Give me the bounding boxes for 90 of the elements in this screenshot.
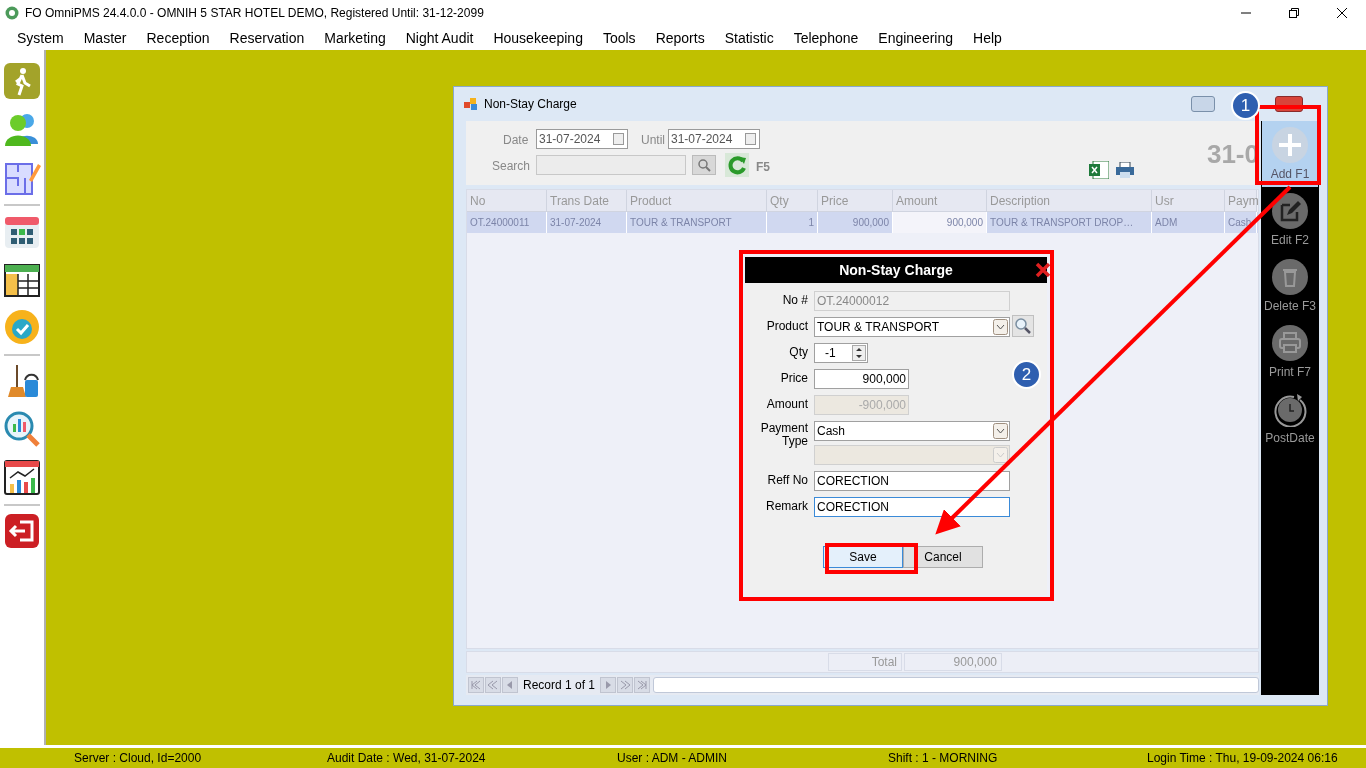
status-text: Login Time : Thu, 19-09-2024 06:16 xyxy=(1147,750,1339,767)
report-icon[interactable] xyxy=(3,458,41,496)
window-title: FO OmniPMS 24.4.0.0 - OMNIH 5 STAR HOTEL DEMO, Registered Until: 31-12-2099 xyxy=(25,5,484,22)
field-label: Remark xyxy=(765,498,808,513)
table-cell: 31-07-2024 xyxy=(547,212,627,233)
menu-item[interactable]: Master xyxy=(83,27,127,49)
field-label: Search xyxy=(492,158,531,175)
menu-item[interactable]: Telephone xyxy=(793,27,859,49)
fast-forward-icon[interactable] xyxy=(619,679,632,691)
text-field[interactable]: 900,000 xyxy=(814,369,909,389)
shortcut-label: F5 xyxy=(756,159,770,176)
field-label: Reff No xyxy=(766,472,808,487)
dropdown-caret-icon[interactable] xyxy=(993,423,1008,439)
app-icon xyxy=(5,6,19,20)
status-text: Shift : 1 - MORNING xyxy=(888,750,999,767)
number-stepper[interactable]: -1 xyxy=(814,343,868,363)
minimize-button[interactable] xyxy=(1191,96,1215,112)
table-cell: TOUR & TRANSPORT xyxy=(627,212,767,233)
dropdown-field[interactable]: TOUR & TRANSPORT xyxy=(814,317,1010,337)
toolbar-button[interactable]: Edit F2 xyxy=(1262,187,1318,253)
toolbar-button[interactable]: Add F1 xyxy=(1262,121,1318,187)
table-cell: TOUR & TRANSPORT DROP… xyxy=(987,212,1152,233)
printer-icon xyxy=(1272,325,1308,361)
table-cell: 1 xyxy=(767,212,818,233)
search-button[interactable] xyxy=(1012,315,1034,337)
text-field[interactable]: CORECTION xyxy=(814,471,1010,491)
printer-icon[interactable] xyxy=(1116,162,1134,178)
table-cell: OT.24000011 xyxy=(467,212,547,233)
dropdown-caret-icon[interactable] xyxy=(993,447,1008,463)
field-label: Payment Type xyxy=(759,421,808,448)
menu-item[interactable]: Night Audit xyxy=(405,27,474,49)
available-icon[interactable] xyxy=(3,308,41,346)
menu-item[interactable]: Reception xyxy=(146,27,210,49)
dialog-title: Non-Stay Charge xyxy=(839,260,953,280)
cancel-button[interactable]: Cancel xyxy=(903,546,983,568)
dropdown-field[interactable]: Cash xyxy=(814,421,1010,441)
field-label: No # xyxy=(781,292,808,307)
search-icon xyxy=(1015,318,1031,334)
toolbar-button[interactable]: Print F7 xyxy=(1262,319,1318,385)
search-field[interactable] xyxy=(536,155,686,175)
analysis-icon[interactable] xyxy=(3,410,41,448)
dropdown-caret-icon[interactable] xyxy=(993,319,1008,335)
window-title: Non-Stay Charge xyxy=(484,96,577,113)
status-text: User : ADM - ADMIN xyxy=(617,750,728,767)
date-field[interactable]: 31-07-2024 xyxy=(536,129,628,149)
field-label: Product xyxy=(765,318,808,333)
stepper-arrows-icon[interactable] xyxy=(852,345,866,361)
field-label: Price xyxy=(779,370,808,385)
field-label: Date xyxy=(503,132,529,149)
menu-item[interactable]: Engineering xyxy=(878,27,954,49)
restore-icon[interactable] xyxy=(1289,8,1299,18)
close-icon[interactable] xyxy=(1035,262,1051,278)
toolbar-button[interactable]: PostDate xyxy=(1262,385,1318,451)
menu-item[interactable]: Help xyxy=(973,27,1002,49)
text-field[interactable]: CORECTION xyxy=(814,497,1010,517)
trash-icon xyxy=(1272,259,1308,295)
status-text: Server : Cloud, Id=2000 xyxy=(74,750,203,767)
spreadsheet-icon[interactable] xyxy=(1089,161,1109,179)
search-icon xyxy=(697,158,711,172)
table-cell: ADM xyxy=(1152,212,1225,233)
exit-icon[interactable] xyxy=(3,512,41,550)
window-icon xyxy=(464,98,478,110)
status-text: Audit Date : Wed, 31-07-2024 xyxy=(327,750,487,767)
refresh-icon[interactable] xyxy=(725,153,749,177)
menu-item[interactable]: Tools xyxy=(602,27,636,49)
close-icon[interactable] xyxy=(1337,8,1347,18)
menu-item[interactable]: Marketing xyxy=(324,27,386,49)
menu-item[interactable]: Reports xyxy=(655,27,705,49)
date-field[interactable]: 31-07-2024 xyxy=(668,129,760,149)
toolbar-button[interactable]: Delete F3 xyxy=(1262,253,1318,319)
total-value: 900,000 xyxy=(904,653,1002,671)
walk-icon[interactable] xyxy=(3,62,41,100)
horizontal-scrollbar[interactable] xyxy=(653,677,1259,693)
menu-item[interactable]: System xyxy=(17,27,64,49)
field-label: Until xyxy=(641,132,665,149)
first-record-icon[interactable] xyxy=(470,679,482,691)
add-icon xyxy=(1272,127,1308,163)
rewind-icon[interactable] xyxy=(487,679,499,691)
total-label: Total xyxy=(828,653,902,671)
table-cell: 900,000 xyxy=(893,212,987,233)
search-button[interactable] xyxy=(692,155,716,175)
menu-item[interactable]: Reservation xyxy=(229,27,305,49)
field-label: Qty xyxy=(788,344,808,359)
menu-item[interactable]: Housekeeping xyxy=(493,27,583,49)
field-label: Amount xyxy=(765,396,808,411)
last-record-icon[interactable] xyxy=(636,679,649,691)
edit-icon xyxy=(1272,193,1308,229)
record-counter: Record 1 of 1 xyxy=(522,677,597,694)
menu-item[interactable]: Statistic xyxy=(724,27,774,49)
clock-icon xyxy=(1272,391,1308,427)
